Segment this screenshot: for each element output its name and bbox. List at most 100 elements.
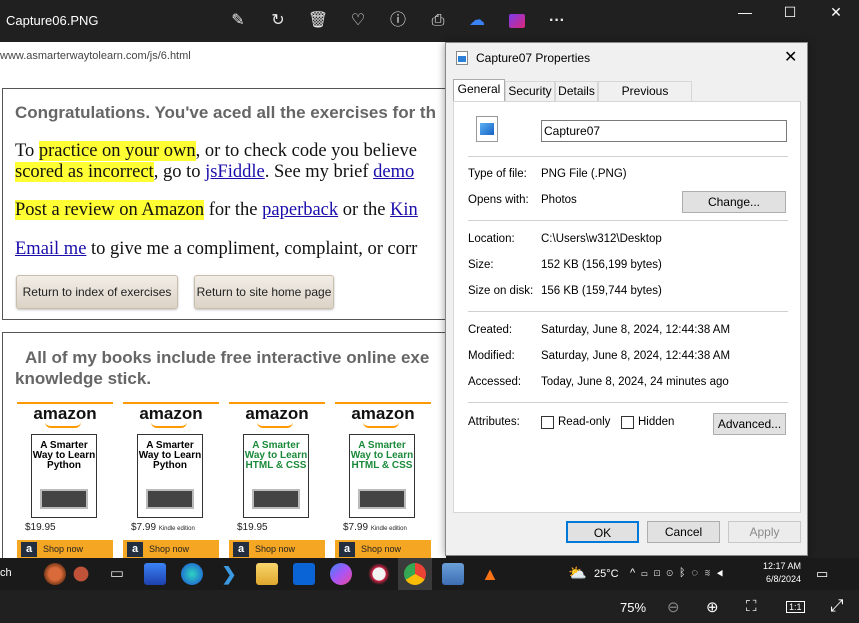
url-text: www.asmarterwaytolearn.com/js/6.html	[0, 50, 191, 62]
tab-security[interactable]: Security	[505, 81, 555, 101]
change-button[interactable]: Change...	[682, 191, 786, 213]
food-widget-icon[interactable]	[44, 563, 66, 585]
kindle-link[interactable]: Kin	[390, 200, 418, 220]
attributes-label: Attributes:	[468, 416, 520, 428]
paperback-link[interactable]: paperback	[262, 200, 338, 220]
return-index-button[interactable]: Return to index of exercises	[16, 275, 178, 309]
email-link[interactable]: Email me	[15, 239, 86, 259]
text: , go to	[153, 162, 206, 182]
shop-label: Shop now	[43, 544, 84, 554]
shop-now-button[interactable]: a Shop now	[229, 540, 325, 558]
apply-button[interactable]: Apply	[728, 521, 801, 543]
price: $19.95	[25, 522, 56, 533]
vscode-icon[interactable]: ❯	[218, 563, 240, 585]
tab-details[interactable]: Details	[555, 81, 598, 101]
fullscreen-icon[interactable]: ⤢	[830, 596, 844, 616]
email-paragraph: Email me to give me a compliment, compla…	[15, 239, 417, 260]
paint-icon[interactable]	[368, 563, 390, 585]
image-content: www.asmarterwaytolearn.com/js/6.html Con…	[0, 42, 446, 558]
location-value: C:\Users\w312\Desktop	[541, 233, 662, 245]
chrome-icon[interactable]	[404, 563, 426, 585]
opens-label: Opens with:	[468, 194, 529, 206]
type-label: Type of file:	[468, 168, 527, 180]
book-cover: A Smarter Way to Learn Python	[31, 434, 97, 518]
windows-taskbar: ch ▭ ❯ ▲ ⛅ 25°C ^▭⊡⊙ᛒ◌≋◀ 12:17 AM 6/8/20…	[0, 558, 859, 590]
weather-temp[interactable]: 25°C	[594, 568, 619, 580]
amazon-logo: amazon	[139, 404, 203, 423]
book-cover: A Smarter Way to Learn Python	[137, 434, 203, 518]
shop-now-button[interactable]: a Shop now	[123, 540, 219, 558]
edition: Kindle edition	[370, 526, 407, 532]
size-label: Size:	[468, 259, 494, 271]
actual-size-icon[interactable]: 1:1	[786, 601, 805, 613]
hidden-checkbox[interactable]	[621, 416, 634, 429]
clock-date[interactable]: 6/8/2024	[766, 574, 801, 584]
modified-value: Saturday, June 8, 2024, 12:44:38 AM	[541, 350, 731, 362]
onedrive-icon[interactable]: ☁	[466, 10, 488, 32]
shop-label: Shop now	[255, 544, 296, 554]
close-icon[interactable]: ✕	[784, 47, 797, 67]
text: All of my books include free interactive…	[25, 348, 430, 367]
cancel-button[interactable]: Cancel	[647, 521, 720, 543]
opens-value: Photos	[541, 194, 577, 206]
dialog-title: Capture07 Properties	[476, 51, 591, 65]
copilot-icon[interactable]	[330, 563, 352, 585]
notification-icon[interactable]: ▭	[816, 566, 828, 582]
zoom-out-icon[interactable]: ⊖	[667, 598, 680, 616]
highlight: Post a review on Amazon	[15, 200, 205, 220]
zoom-in-icon[interactable]: ⊕	[706, 598, 719, 616]
store-icon[interactable]	[144, 563, 166, 585]
congrats-heading: Congratulations. You've aced all the exe…	[15, 103, 436, 122]
edition: Kindle edition	[158, 526, 195, 532]
clipchamp-icon[interactable]	[506, 10, 528, 32]
search-box[interactable]: ch	[0, 567, 12, 579]
print-icon[interactable]: ⎙	[427, 10, 449, 32]
viewer-statusbar: 75% ⊖ ⊕ ⛶ 1:1 ⤢	[0, 590, 859, 623]
shop-now-button[interactable]: a Shop now	[335, 540, 431, 558]
rotate-icon[interactable]: ↻	[267, 10, 289, 32]
book-ad[interactable]: amazon A Smarter Way to Learn HTML & CSS…	[335, 402, 431, 558]
tab-general[interactable]: General	[453, 79, 505, 102]
fit-window-icon[interactable]: ⛶	[746, 598, 757, 615]
readonly-checkbox[interactable]	[541, 416, 554, 429]
info-icon[interactable]: ⓘ	[387, 10, 409, 32]
delete-icon[interactable]: 🗑	[307, 10, 329, 32]
amazon-logo: amazon	[351, 404, 415, 423]
advanced-button[interactable]: Advanced...	[713, 413, 786, 435]
jsfiddle-link[interactable]: jsFiddle	[205, 162, 265, 182]
return-home-button[interactable]: Return to site home page	[194, 275, 334, 309]
demo-link[interactable]: demo	[373, 162, 414, 182]
text: , or to check code you believe	[195, 141, 417, 161]
widget-icon[interactable]	[70, 563, 92, 585]
book-ad[interactable]: amazon A Smarter Way to Learn HTML & CSS…	[229, 402, 325, 558]
minimize-button[interactable]: —	[731, 4, 759, 24]
practice-paragraph: To practice on your own, or to check cod…	[15, 141, 417, 183]
highlight: scored as incorrect	[15, 162, 154, 182]
created-label: Created:	[468, 324, 513, 336]
edit-icon[interactable]: ✎	[227, 10, 249, 32]
highlight: practice on your own	[38, 141, 196, 161]
book-ad[interactable]: amazon A Smarter Way to Learn Python $19…	[17, 402, 113, 558]
book-ad[interactable]: amazon A Smarter Way to Learn Python $7.…	[123, 402, 219, 558]
maximize-button[interactable]: ☐	[776, 4, 804, 24]
png-file-icon	[476, 116, 498, 142]
tab-previous-versions[interactable]: Previous Versions	[598, 81, 692, 117]
ok-button[interactable]: OK	[566, 521, 639, 543]
cover-title: A Smarter Way to Learn HTML & CSS	[244, 440, 308, 471]
task-view-icon[interactable]: ▭	[106, 563, 128, 585]
close-button[interactable]: ✕	[822, 4, 850, 24]
calculator-icon[interactable]	[442, 563, 464, 585]
accessed-value: Today, June 8, 2024, 24 minutes ago	[541, 376, 729, 388]
mail-icon[interactable]	[293, 563, 315, 585]
clock-time[interactable]: 12:17 AM	[763, 561, 801, 571]
file-explorer-icon[interactable]	[256, 563, 278, 585]
edge-icon[interactable]	[181, 563, 203, 585]
shop-now-button[interactable]: a Shop now	[17, 540, 113, 558]
vlc-icon[interactable]: ▲	[479, 563, 501, 585]
favorite-icon[interactable]: ♡	[347, 10, 369, 32]
text: or the	[338, 200, 391, 220]
price: $19.95	[237, 522, 268, 533]
more-icon[interactable]: ···	[546, 10, 568, 32]
tray-icons[interactable]: ^▭⊡⊙ᛒ◌≋◀	[630, 567, 729, 579]
filename-input[interactable]: Capture07	[541, 120, 787, 142]
